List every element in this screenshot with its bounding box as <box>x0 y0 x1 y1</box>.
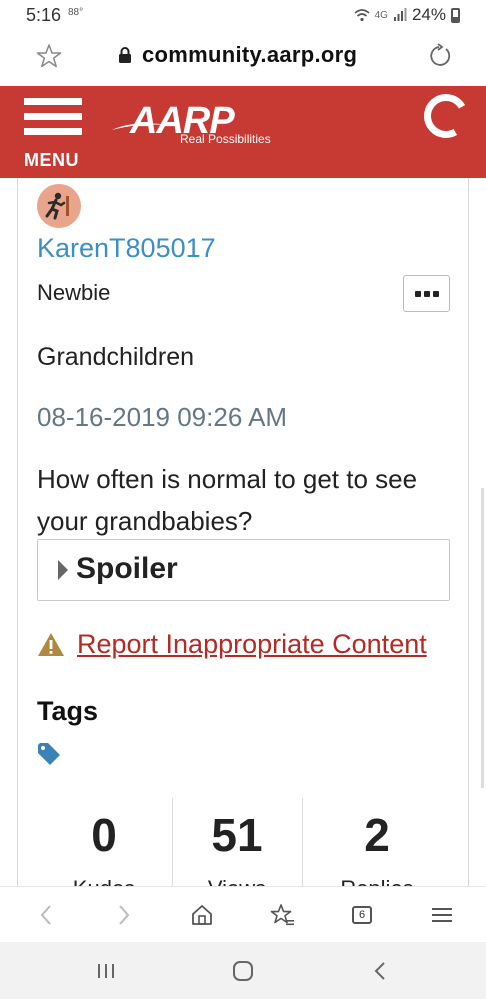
tags-heading: Tags <box>37 696 99 726</box>
stat-value: 51 <box>211 809 263 861</box>
spoiler-label: Spoiler <box>76 552 178 585</box>
reload-icon <box>430 43 451 66</box>
ellipsis-icon <box>414 290 421 297</box>
tabs-icon: 6 <box>352 906 372 924</box>
wifi-icon <box>354 9 370 22</box>
content: KarenT805017 Newbie Grandchildren 08-16-… <box>0 178 486 886</box>
tabs-button[interactable]: 6 <box>348 901 376 929</box>
post-stats: 0 Kudos 51 Views 2 Replies <box>37 798 450 886</box>
spoiler-toggle[interactable]: Spoiler <box>37 539 450 601</box>
status-bar: 5:16 88° 4G 24% <box>0 0 486 30</box>
stat-value: 2 <box>364 809 390 861</box>
running-person-icon <box>45 192 69 220</box>
bookmark-star-button[interactable] <box>36 43 62 69</box>
stat-kudos[interactable]: 0 Kudos <box>37 798 172 886</box>
home-nav-icon <box>233 961 253 981</box>
menu-button[interactable]: MENU <box>22 98 84 170</box>
scroll-rail <box>481 488 484 788</box>
reload-button[interactable] <box>426 43 452 69</box>
author-rank: Newbie <box>37 280 111 305</box>
network-label: 4G <box>374 9 388 21</box>
stat-label: Kudos <box>39 876 169 886</box>
stat-value: 0 <box>91 809 117 861</box>
recents-icon <box>98 964 114 978</box>
home-nav-button[interactable] <box>229 958 257 984</box>
status-right: 4G 24% <box>354 5 460 25</box>
stat-label: Replies <box>312 876 442 886</box>
screen: 5:16 88° 4G 24% community.aarp.org MENU <box>0 0 486 999</box>
menu-bar-icon <box>24 113 82 120</box>
battery-icon <box>451 7 460 23</box>
status-temperature: 88° <box>68 7 84 18</box>
ellipsis-icon <box>423 290 430 297</box>
back-nav-button[interactable] <box>366 958 394 984</box>
menu-label: MENU <box>24 150 79 170</box>
warning-icon <box>38 633 64 656</box>
home-button[interactable] <box>188 901 216 929</box>
forward-button[interactable] <box>110 901 138 929</box>
menu-bar-icon <box>24 98 82 105</box>
bookmark-star-icon <box>270 904 294 926</box>
tag-icon[interactable] <box>37 742 61 766</box>
logo-tagline: Real Possibilities <box>180 132 271 146</box>
stat-replies[interactable]: 2 Replies <box>302 798 450 886</box>
author-link[interactable]: KarenT805017 <box>37 233 216 264</box>
stat-label: Views <box>172 876 302 886</box>
hamburger-icon <box>432 904 452 926</box>
back-nav-icon <box>374 962 385 980</box>
stat-views: 51 Views <box>172 798 302 886</box>
url-text: community.aarp.org <box>142 42 358 67</box>
browser-toolbar: 6 <box>0 886 486 942</box>
lock-icon <box>119 47 131 63</box>
report-link[interactable]: Report Inappropriate Content <box>77 629 427 660</box>
bookmarks-button[interactable] <box>268 901 296 929</box>
star-icon <box>36 44 62 68</box>
android-nav-bar <box>0 942 486 999</box>
recents-button[interactable] <box>92 958 120 984</box>
back-button[interactable] <box>32 901 60 929</box>
search-icon[interactable] <box>419 89 473 143</box>
caret-right-icon <box>58 560 68 580</box>
signal-icon <box>393 8 407 21</box>
browser-menu-button[interactable] <box>428 901 456 929</box>
menu-bar-icon <box>24 128 82 135</box>
chevron-left-icon <box>40 905 51 925</box>
site-header: MENU AARP Real Possibilities <box>0 86 486 178</box>
post-body: How often is normal to get to see your g… <box>37 464 418 536</box>
status-time: 5:16 <box>26 5 62 25</box>
home-icon <box>192 905 212 925</box>
post-date: 08-16-2019 09:26 AM <box>37 402 288 432</box>
post-options-button[interactable] <box>403 275 450 312</box>
report-content[interactable]: Report Inappropriate Content <box>37 629 427 660</box>
post-subject: Grandchildren <box>37 343 195 371</box>
aarp-logo[interactable]: AARP Real Possibilities <box>112 100 282 160</box>
chevron-right-icon <box>119 905 130 925</box>
avatar[interactable] <box>37 184 81 228</box>
ellipsis-icon <box>432 290 439 297</box>
battery-percent: 24% <box>411 5 446 24</box>
address-field[interactable]: community.aarp.org <box>118 42 357 68</box>
url-bar: community.aarp.org <box>0 30 486 86</box>
tabs-count: 6 <box>358 909 366 921</box>
